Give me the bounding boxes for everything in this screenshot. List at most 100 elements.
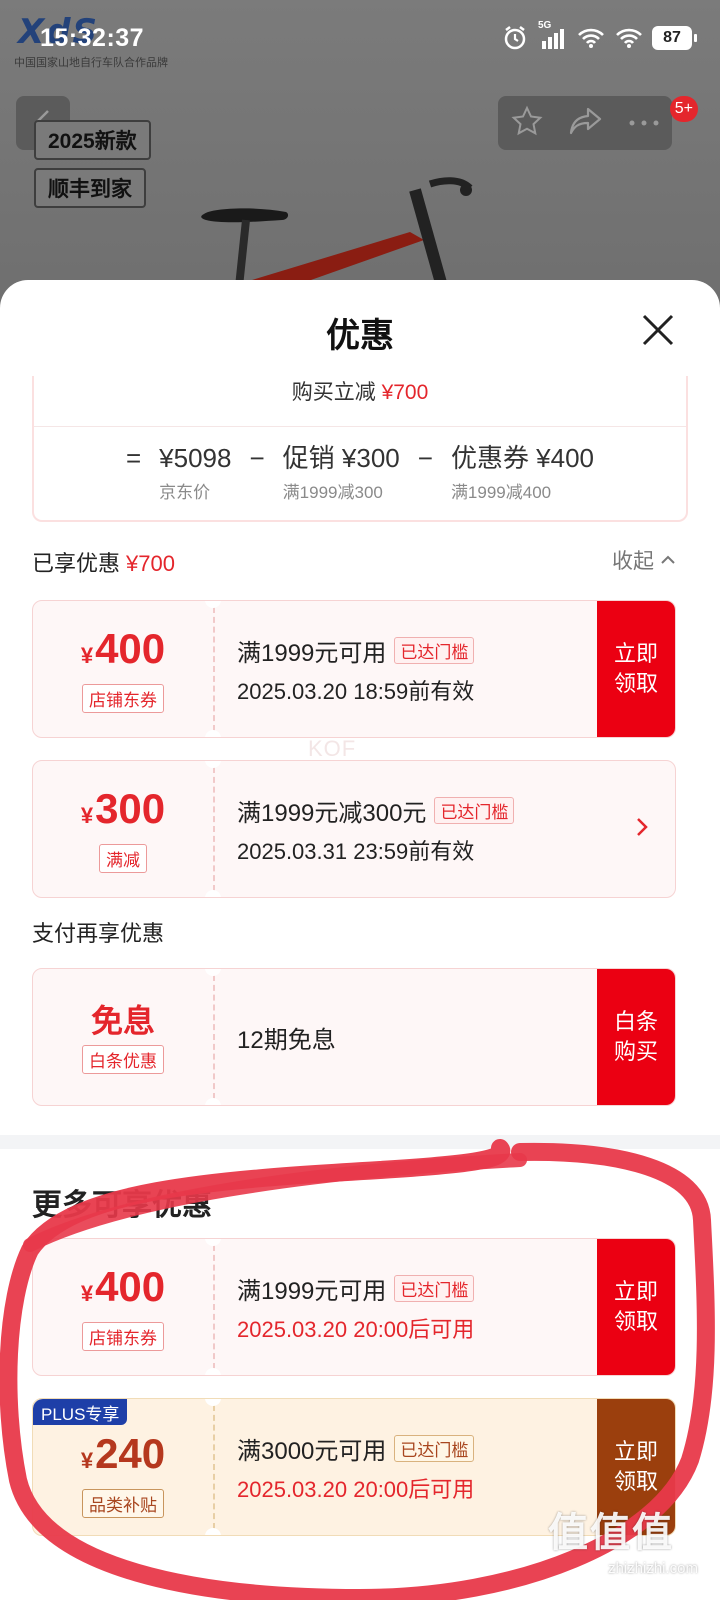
perforation-divider — [213, 607, 215, 731]
product-tag-new: 2025新款 — [34, 120, 151, 160]
minus-sign: − — [249, 443, 265, 473]
sheet-title: 优惠 — [326, 317, 394, 355]
notification-badge: 5+ — [669, 96, 698, 122]
formula-coupon: 优惠券 ¥400 满1999减400 — [451, 440, 594, 503]
pay-section-heading: 支付再享优惠 — [32, 921, 165, 946]
ticket-notch — [205, 1528, 221, 1535]
coupon-condition-text: 满1999元减300元 — [237, 799, 427, 827]
more-options-icon[interactable] — [628, 114, 660, 132]
coupon-rule: 满1999减400 — [450, 483, 552, 502]
perforation-divider — [213, 1245, 215, 1369]
instant-discount-amount: ¥700 — [381, 381, 429, 404]
currency-symbol: ¥ — [80, 803, 94, 828]
jd-price-label: 京东价 — [159, 483, 211, 502]
network-type: 5G — [538, 20, 552, 31]
enjoyed-discount-amount: ¥700 — [126, 551, 175, 576]
collapse-label: 收起 — [612, 550, 654, 573]
threshold-badge: 已达门槛 — [394, 1274, 475, 1302]
minus-sign: − — [417, 443, 433, 473]
coupon-value-block: ¥240 品类补贴 — [33, 1399, 213, 1535]
ticket-notch — [205, 1098, 221, 1105]
coupon-price: ¥300 — [81, 785, 165, 840]
coupon-type-tag: 满减 — [99, 844, 147, 873]
currency-symbol: ¥ — [80, 643, 94, 668]
coupon-amount: 300 — [95, 785, 166, 832]
price-breakdown-card: 购买立减 ¥700 = ¥5098 京东价 − 促销 ¥300 满1999减30… — [32, 376, 688, 522]
coupon-condition-text: 满3000元可用 — [237, 1437, 387, 1465]
kof-watermark: KOF — [308, 736, 357, 761]
enjoyed-discount-heading: 已享优惠 ¥700 — [32, 546, 175, 578]
equals-sign: = — [125, 443, 142, 473]
collapse-toggle[interactable]: 收起 — [612, 545, 676, 575]
summary-divider — [34, 426, 686, 427]
ticket-notch — [205, 730, 221, 737]
chevron-up-icon — [661, 555, 675, 564]
claim-now-button[interactable]: 立即领取 — [597, 1239, 675, 1375]
coupon-details: 满1999元可用 已达门槛 2025.03.20 20:00后可用 — [237, 1239, 475, 1375]
coupon-condition: 满1999元可用 已达门槛 — [237, 1271, 475, 1306]
threshold-badge: 已达门槛 — [434, 796, 515, 824]
battery-indicator: 87 — [652, 26, 697, 50]
section-separator — [0, 1135, 720, 1149]
favorite-star-icon[interactable] — [510, 104, 544, 143]
instant-discount-label: 购买立减 — [291, 381, 376, 404]
coupon-condition-text: 12期免息 — [237, 1026, 336, 1054]
coupon-value: 优惠券 ¥400 — [450, 443, 595, 473]
promotion-value: 促销 ¥300 — [282, 443, 400, 473]
threshold-badge: 已达门槛 — [394, 636, 475, 664]
discount-sheet: 优惠 购买立减 ¥700 = ¥5098 京东价 − 促销 ¥300 满1999… — [0, 280, 720, 1600]
coupon-details: 满1999元可用 已达门槛 2025.03.20 18:59前有效 — [237, 601, 475, 737]
ticket-notch — [205, 890, 221, 897]
coupon-amount: 400 — [95, 1263, 166, 1310]
coupon-card-store-400-upcoming: ¥400 店铺东券 满1999元可用 已达门槛 2025.03.20 20:00后… — [32, 1238, 676, 1376]
share-icon[interactable] — [568, 105, 604, 142]
product-tag-delivery: 顺丰到家 — [34, 168, 146, 208]
coupon-amount: 400 — [95, 625, 166, 672]
formula-jd-price: ¥5098 京东价 — [159, 440, 231, 503]
perforation-divider — [213, 975, 215, 1099]
coupon-type-tag: 品类补贴 — [82, 1489, 164, 1518]
signal-icon: 5G — [538, 20, 568, 52]
baitiao-buy-button[interactable]: 白条购买 — [597, 969, 675, 1105]
site-watermark-glyphs: 值值值 — [548, 1511, 674, 1555]
coupon-type-tag: 白条优惠 — [82, 1044, 164, 1074]
site-watermark-url: zhizhizhi.com — [607, 1560, 698, 1577]
jd-price-value: ¥5098 — [159, 443, 232, 473]
alarm-icon — [500, 24, 530, 52]
top-actions-bar — [498, 96, 672, 150]
coupon-value-block: 免息 白条优惠 — [33, 969, 213, 1105]
coupon-amount: 240 — [95, 1430, 166, 1477]
status-icons: 5G 87 — [500, 20, 697, 52]
site-watermark: 值值值 zhizhizhi.com — [548, 1500, 698, 1600]
promotion-rule: 满1999减300 — [282, 483, 383, 502]
coupon-price: ¥240 — [81, 1430, 165, 1485]
coupon-condition: 满3000元可用 已达门槛 — [237, 1431, 475, 1466]
status-time: 15:32:37 — [40, 24, 145, 52]
close-icon — [642, 314, 674, 346]
instant-discount-line: 购买立减 ¥700 — [34, 376, 686, 426]
coupon-card-interest-free: 免息 白条优惠 12期免息 白条购买 — [32, 968, 676, 1106]
coupon-details: 满1999元减300元 已达门槛 2025.03.31 23:59前有效 — [237, 761, 515, 897]
interest-free-text: 免息 — [90, 1002, 155, 1039]
coupon-details: 12期免息 — [237, 969, 336, 1105]
wifi-icon-2 — [614, 24, 644, 52]
coupon-condition-text: 满1999元可用 — [237, 639, 387, 667]
brand-tagline: 中国国家山地自行车队合作品牌 — [14, 57, 168, 69]
coupon-condition: 满1999元可用 已达门槛 — [237, 633, 475, 668]
coupon-details: 满3000元可用 已达门槛 2025.03.20 20:00后可用 — [237, 1399, 475, 1535]
chevron-right-icon[interactable] — [635, 815, 649, 839]
perforation-divider — [213, 767, 215, 891]
coupon-type-tag: 店铺东券 — [82, 684, 164, 713]
threshold-badge: 已达门槛 — [394, 1434, 475, 1462]
more-discounts-heading: 更多可享优惠 — [32, 1189, 212, 1222]
currency-symbol: ¥ — [80, 1281, 94, 1306]
claim-now-button[interactable]: 立即领取 — [597, 601, 675, 737]
price-formula: = ¥5098 京东价 − 促销 ¥300 满1999减300 − 优惠券 ¥4… — [34, 440, 686, 503]
coupon-condition: 满1999元减300元 已达门槛 — [237, 793, 515, 828]
perforation-divider — [213, 1405, 215, 1529]
ticket-notch — [205, 1368, 221, 1375]
coupon-validity: 2025.03.20 18:59前有效 — [237, 678, 475, 704]
close-button[interactable] — [638, 310, 678, 350]
wifi-icon — [576, 24, 606, 52]
coupon-card-fullreduction-300[interactable]: ¥300 满减 满1999元减300元 已达门槛 2025.03.31 23:59… — [32, 760, 676, 898]
